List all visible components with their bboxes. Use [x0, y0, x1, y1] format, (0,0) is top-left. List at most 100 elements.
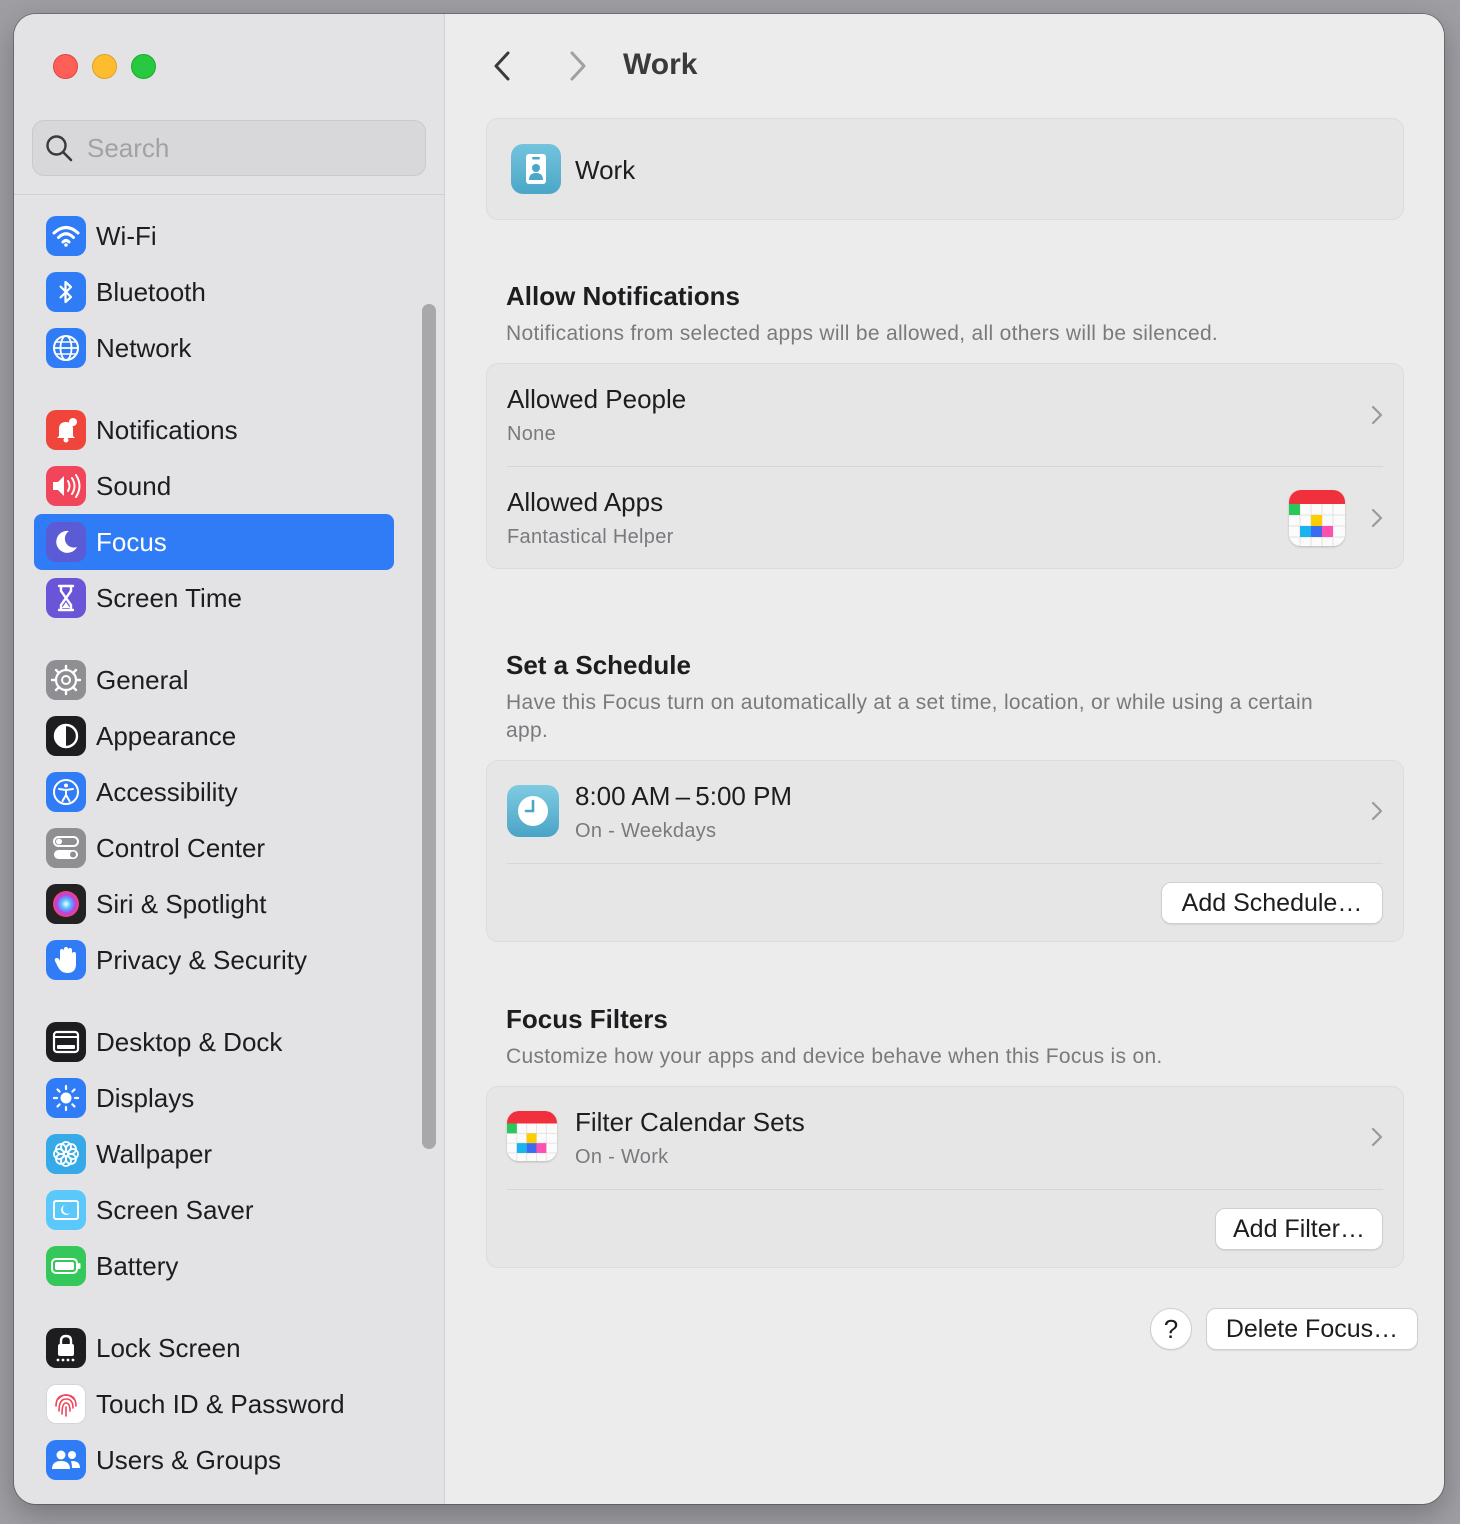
sidebar-item-privacy-security[interactable]: Privacy & Security — [34, 932, 394, 988]
sidebar-item-label: Users & Groups — [96, 1444, 281, 1475]
sidebar-item-sound[interactable]: Sound — [34, 458, 394, 514]
sidebar-item-label: Appearance — [96, 720, 237, 751]
sidebar-item-displays[interactable]: Displays — [34, 1070, 394, 1126]
battery-icon — [46, 1246, 86, 1286]
sidebar-item-lock-screen[interactable]: Lock Screen — [34, 1320, 394, 1376]
search-field[interactable] — [32, 120, 426, 176]
siri-icon — [46, 884, 86, 924]
hourglass-icon — [46, 578, 86, 618]
row-value: Fantastical Helper — [507, 526, 674, 548]
sidebar-item-label: Accessibility — [96, 776, 238, 807]
screensaver-icon — [46, 1190, 86, 1230]
sidebar-item-label: Focus — [96, 526, 167, 557]
section-description: Notifications from selected apps will be… — [506, 322, 1219, 345]
add-filter-button[interactable]: Add Filter… — [1215, 1208, 1383, 1250]
filter-row[interactable]: Filter Calendar Sets On - Work — [487, 1087, 1403, 1190]
bluetooth-icon — [46, 272, 86, 312]
lock-icon — [46, 1328, 86, 1368]
row-divider — [507, 1189, 1383, 1190]
sidebar-item-desktop-dock[interactable]: Desktop & Dock — [34, 1014, 394, 1070]
delete-focus-button[interactable]: Delete Focus… — [1206, 1308, 1418, 1350]
sidebar-item-network[interactable]: Network — [34, 320, 394, 376]
sidebar-item-label: Sound — [96, 470, 172, 501]
focus-name-card[interactable]: Work — [486, 118, 1404, 220]
chevron-right-icon — [1369, 1125, 1385, 1149]
sun-icon — [46, 1078, 86, 1118]
focus-name: Work — [575, 155, 636, 185]
section-title: Set a Schedule — [506, 650, 691, 680]
row-value: None — [507, 423, 557, 445]
chevron-right-icon — [1369, 506, 1385, 530]
sidebar-divider — [14, 194, 445, 195]
sidebar-item-label: Control Center — [96, 832, 266, 863]
row-title: Allowed People — [507, 384, 687, 414]
globe-icon — [46, 328, 86, 368]
search-input[interactable] — [87, 132, 387, 164]
minimize-button[interactable] — [92, 54, 117, 79]
focus-filters-card: Filter Calendar Sets On - Work Add Filte… — [486, 1086, 1404, 1268]
fingerprint-icon — [46, 1384, 86, 1424]
focus-filters-header: Focus Filters Customize how your apps an… — [506, 1004, 1346, 1071]
dock-icon — [46, 1022, 86, 1062]
allow-notifications-card: Allowed People None Allowed Apps Fantast… — [486, 363, 1404, 569]
sidebar-item-siri-spotlight[interactable]: Siri & Spotlight — [34, 876, 394, 932]
clock-icon — [507, 785, 559, 837]
back-button[interactable] — [486, 48, 522, 84]
fantastical-app-icon — [1289, 490, 1345, 546]
sidebar-item-appearance[interactable]: Appearance — [34, 708, 394, 764]
allowed-apps-row[interactable]: Allowed Apps Fantastical Helper — [487, 467, 1403, 570]
help-button[interactable]: ? — [1150, 1308, 1192, 1350]
allow-notifications-header: Allow Notifications Notifications from s… — [506, 281, 1346, 348]
section-description: Have this Focus turn on automatically at… — [506, 691, 1313, 742]
sidebar-item-notifications[interactable]: Notifications — [34, 402, 394, 458]
window-controls — [53, 54, 156, 79]
sidebar-item-label: Wi-Fi — [96, 220, 157, 251]
sidebar: Wi-Fi Bluetooth Network Notifications — [14, 14, 445, 1504]
sidebar-item-screen-saver[interactable]: Screen Saver — [34, 1182, 394, 1238]
section-description: Customize how your apps and device behav… — [506, 1045, 1163, 1068]
sidebar-item-label: Privacy & Security — [96, 944, 307, 975]
main-pane: Work Work Allow Notifications Notificati… — [446, 14, 1444, 1504]
sidebar-list: Wi-Fi Bluetooth Network Notifications So… — [34, 208, 394, 1488]
sidebar-item-label: Battery — [96, 1250, 179, 1281]
filter-title: Filter Calendar Sets — [575, 1107, 805, 1137]
sidebar-item-general[interactable]: General — [34, 652, 394, 708]
fantastical-app-icon — [507, 1111, 557, 1161]
sidebar-item-wallpaper[interactable]: Wallpaper — [34, 1126, 394, 1182]
sidebar-item-wifi[interactable]: Wi-Fi — [34, 208, 394, 264]
close-button[interactable] — [53, 54, 78, 79]
filter-status: On - Work — [575, 1146, 669, 1168]
page-title: Work — [623, 48, 698, 81]
sidebar-item-control-center[interactable]: Control Center — [34, 820, 394, 876]
sidebar-item-bluetooth[interactable]: Bluetooth — [34, 264, 394, 320]
sidebar-item-label: Wallpaper — [96, 1138, 213, 1169]
schedule-row[interactable]: 8:00 AM – 5:00 PM On - Weekdays — [487, 761, 1403, 864]
flower-icon — [46, 1134, 86, 1174]
sidebar-item-label: Lock Screen — [96, 1332, 241, 1363]
forward-button[interactable] — [558, 48, 594, 84]
add-schedule-button[interactable]: Add Schedule… — [1161, 882, 1383, 924]
settings-window: Wi-Fi Bluetooth Network Notifications — [14, 14, 1444, 1504]
sidebar-item-touch-id[interactable]: Touch ID & Password — [34, 1376, 394, 1432]
sidebar-item-accessibility[interactable]: Accessibility — [34, 764, 394, 820]
zoom-button[interactable] — [131, 54, 156, 79]
sidebar-item-focus[interactable]: Focus — [34, 514, 394, 570]
schedule-card: 8:00 AM – 5:00 PM On - Weekdays Add Sche… — [486, 760, 1404, 942]
sidebar-item-users-groups[interactable]: Users & Groups — [34, 1432, 394, 1488]
sidebar-item-label: Bluetooth — [96, 276, 206, 307]
sidebar-item-label: Screen Saver — [96, 1194, 254, 1225]
sidebar-item-screen-time[interactable]: Screen Time — [34, 570, 394, 626]
moon-icon — [46, 522, 86, 562]
sidebar-scrollbar[interactable] — [422, 304, 436, 1149]
speaker-icon — [46, 466, 86, 506]
users-icon — [46, 1440, 86, 1480]
bell-icon — [46, 410, 86, 450]
section-title: Focus Filters — [506, 1004, 668, 1034]
toolbar: Work — [446, 14, 1444, 114]
sidebar-item-label: Displays — [96, 1082, 195, 1113]
sidebar-item-label: Siri & Spotlight — [96, 888, 267, 919]
schedule-time: 8:00 AM – 5:00 PM — [575, 781, 793, 811]
sidebar-item-battery[interactable]: Battery — [34, 1238, 394, 1294]
allowed-people-row[interactable]: Allowed People None — [487, 364, 1403, 467]
section-title: Allow Notifications — [506, 281, 740, 311]
